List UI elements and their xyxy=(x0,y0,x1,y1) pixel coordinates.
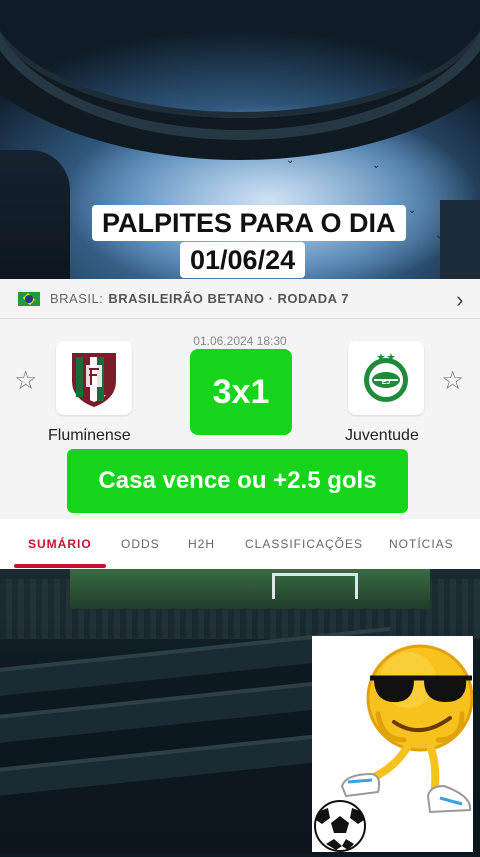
tab-odds[interactable]: ODDS xyxy=(121,537,160,551)
stadium-seats xyxy=(0,731,340,805)
fluminense-crest-icon xyxy=(72,353,116,407)
tab-h2h[interactable]: H2H xyxy=(188,537,215,551)
overlay-title: PALPITES PARA O DIA xyxy=(92,205,406,241)
match-card: BRASIL: BRASILEIRÃO BETANO · RODADA 7 › … xyxy=(0,279,480,569)
tab-sumario[interactable]: SUMÁRIO xyxy=(28,537,92,551)
stadium-stand-left xyxy=(0,150,70,282)
bird-icon: ⌄ xyxy=(455,250,464,261)
tab-classificacoes[interactable]: CLASSIFICAÇÕES xyxy=(245,537,363,551)
overlay-date: 01/06/24 xyxy=(180,242,306,278)
home-team-name[interactable]: Fluminense xyxy=(48,427,131,445)
chevron-right-icon[interactable]: › xyxy=(456,287,464,313)
svg-text:EJ: EJ xyxy=(382,379,391,386)
tab-noticias[interactable]: NOTÍCIAS xyxy=(389,537,454,551)
prediction-banner: Casa vence ou +2.5 gols xyxy=(67,449,408,513)
goal-post xyxy=(272,573,358,599)
juventude-crest-icon: EJ xyxy=(364,353,408,402)
brazil-flag-icon xyxy=(18,291,40,306)
league-country: BRASIL: xyxy=(50,291,104,306)
active-tab-indicator xyxy=(14,564,106,568)
football-pitch xyxy=(70,569,430,609)
home-team-logo[interactable] xyxy=(56,341,132,415)
favorite-away-star-icon[interactable]: ☆ xyxy=(441,365,464,396)
away-team-logo[interactable]: EJ xyxy=(348,341,424,415)
away-team-name[interactable]: Juventude xyxy=(345,427,419,445)
league-name: BRASILEIRÃO BETANO · RODADA 7 xyxy=(108,291,349,306)
score-badge: 3x1 xyxy=(190,349,292,435)
cool-emoji-football-icon xyxy=(314,644,474,852)
league-header[interactable]: BRASIL: BRASILEIRÃO BETANO · RODADA 7 › xyxy=(0,279,480,319)
bird-icon: ⌄ xyxy=(408,205,417,216)
bird-icon: ⌄ xyxy=(435,230,444,241)
match-tabs: SUMÁRIO ODDS H2H CLASSIFICAÇÕES NOTÍCIAS xyxy=(0,519,480,569)
stadium-stand-right xyxy=(440,200,480,282)
bird-icon: ⌄ xyxy=(372,160,381,171)
bird-icon: ⌄ xyxy=(286,155,295,166)
favorite-home-star-icon[interactable]: ☆ xyxy=(14,365,37,396)
sunglasses-emoji-sticker xyxy=(312,636,474,852)
